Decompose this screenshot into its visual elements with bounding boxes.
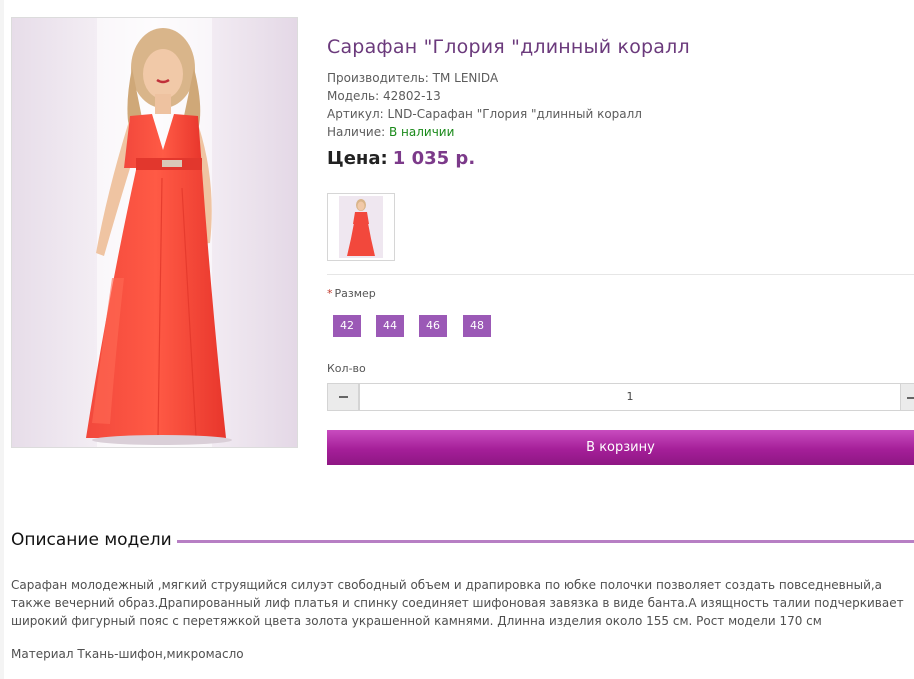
dress-photo bbox=[12, 18, 297, 447]
price-value: 1 035 р. bbox=[392, 148, 476, 169]
minus-icon bbox=[338, 396, 348, 398]
quantity-label: Кол-во bbox=[327, 362, 366, 375]
options-divider bbox=[327, 274, 914, 275]
price: Цена: 1 035 р. bbox=[327, 148, 475, 169]
size-option-44[interactable]: 44 bbox=[376, 315, 404, 337]
material-text: Материал Ткань-шифон,микромасло bbox=[11, 647, 244, 661]
size-label-text: Размер bbox=[334, 287, 376, 300]
product-thumbnail[interactable] bbox=[327, 193, 395, 261]
description-heading: Описание модели bbox=[11, 530, 172, 550]
required-mark: * bbox=[327, 287, 333, 300]
availability: Наличие: В наличии bbox=[327, 123, 642, 141]
price-label: Цена: bbox=[327, 148, 388, 169]
product-main-image[interactable] bbox=[11, 17, 298, 448]
product-meta: Производитель: ТМ LENIDA Модель: 42802-1… bbox=[327, 69, 642, 141]
quantity-increase-button[interactable] bbox=[900, 383, 914, 411]
manufacturer: Производитель: ТМ LENIDA bbox=[327, 71, 499, 85]
size-option-46[interactable]: 46 bbox=[419, 315, 447, 337]
size-option-48[interactable]: 48 bbox=[463, 315, 491, 337]
description-heading-rule bbox=[177, 540, 914, 543]
quantity-input[interactable]: 1 bbox=[359, 383, 901, 411]
add-to-cart-button[interactable]: В корзину bbox=[327, 430, 914, 465]
availability-label: Наличие: bbox=[327, 125, 386, 139]
thumbnail-image bbox=[328, 194, 394, 260]
availability-value: В наличии bbox=[389, 125, 455, 139]
size-option-42[interactable]: 42 bbox=[333, 315, 361, 337]
page-edge bbox=[0, 0, 4, 679]
description-text: Сарафан молодежный ,мягкий струящийся си… bbox=[11, 578, 904, 628]
sku: Артикул: LND-Сарафан "Глория "длинный ко… bbox=[327, 107, 642, 121]
product-title: Сарафан "Глория "длинный коралл bbox=[327, 36, 690, 58]
plus-icon bbox=[907, 397, 914, 399]
size-label: * Размер bbox=[327, 287, 376, 300]
quantity-decrease-button[interactable] bbox=[327, 383, 359, 411]
model: Модель: 42802-13 bbox=[327, 89, 441, 103]
